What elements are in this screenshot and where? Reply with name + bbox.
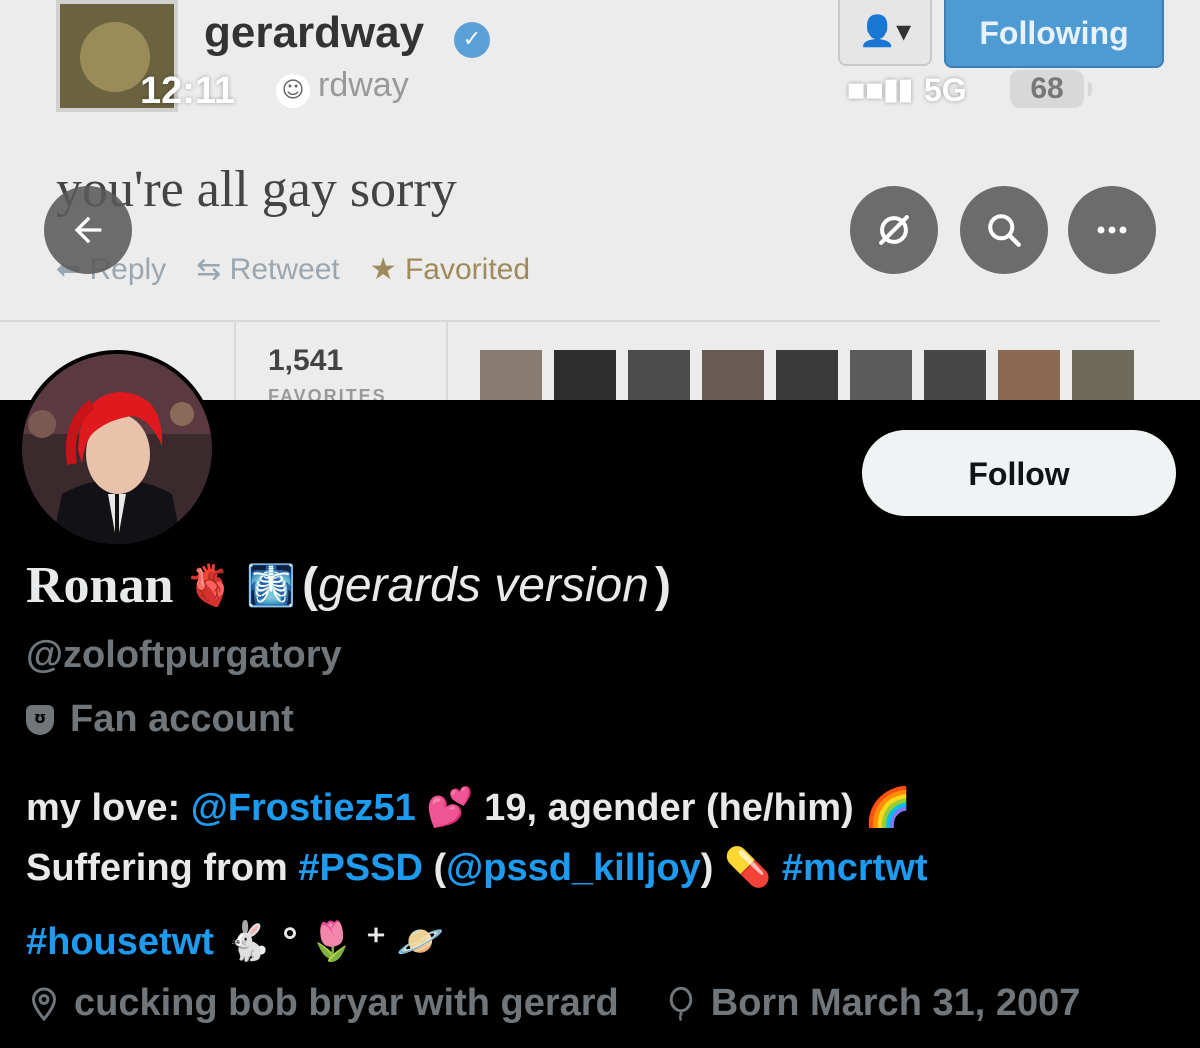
- banner-retweet: ⇆ Retweet: [196, 253, 340, 286]
- no-translate-button[interactable]: [850, 186, 938, 274]
- location-pin-icon: [26, 986, 62, 1022]
- arrow-left-icon: [68, 210, 108, 250]
- favoriter-avatar: [480, 350, 542, 400]
- search-icon: [982, 208, 1026, 252]
- more-icon: [1090, 208, 1134, 252]
- banner-following-button: Following: [944, 0, 1164, 68]
- bio-line: my love: @Frostiez51 💕 19, agender (he/h…: [26, 778, 1186, 838]
- status-network: 5G: [924, 72, 967, 108]
- bio-mention-link[interactable]: @pssd_killjoy: [446, 847, 701, 889]
- display-name-suffix: gerards version: [318, 559, 649, 612]
- banner-divider: [0, 320, 1160, 322]
- slash-circle-icon: [872, 208, 916, 252]
- favoriter-avatar: [702, 350, 764, 400]
- bio-text: (: [422, 847, 447, 889]
- balloon-icon: [663, 986, 699, 1022]
- bio-hashtag-link[interactable]: #PSSD: [298, 847, 423, 889]
- focus-icon: ☺: [276, 74, 310, 108]
- bio-line: Suffering from #PSSD (@pssd_killjoy) 💊 #…: [26, 838, 1186, 898]
- status-time: 12:11: [140, 70, 236, 112]
- verified-icon: ✓: [454, 22, 490, 58]
- favoriter-avatar: [1072, 350, 1134, 400]
- favoriter-avatar: [628, 350, 690, 400]
- favoriter-avatar: [998, 350, 1060, 400]
- banner-user-menu: 👤▾: [838, 0, 932, 66]
- account-label[interactable]: ʊ Fan account: [26, 698, 294, 741]
- profile-meta: cucking bob bryar with gerard Born March…: [26, 982, 1080, 1025]
- banner-tweet-actions: ⬅ Reply ⇆ Retweet ★ Favorited: [56, 252, 530, 287]
- bio-hashtag-link[interactable]: #mcrtwt: [782, 847, 928, 889]
- banner-divider: [234, 322, 236, 400]
- banner-favoriter-avatars: [480, 350, 1134, 400]
- bio-line: #housetwt 🐇 ° 🌷 ⁺ 🪐: [26, 912, 1186, 972]
- bio-text: 🐇 ° 🌷 ⁺ 🪐: [213, 921, 444, 963]
- bio-mention-link[interactable]: @Frostiez51: [191, 787, 416, 829]
- profile-born-date: Born March 31, 2007: [710, 982, 1081, 1024]
- banner-tweet-handle: rdway: [318, 66, 409, 104]
- favoriter-avatar: [850, 350, 912, 400]
- profile-avatar[interactable]: [18, 350, 216, 548]
- favoriter-avatar: [924, 350, 986, 400]
- bio-text: Suffering from: [26, 847, 299, 889]
- banner-favorited: ★ Favorited: [369, 253, 531, 286]
- search-button[interactable]: [960, 186, 1048, 274]
- follow-button[interactable]: Follow: [862, 430, 1176, 516]
- bio-text: ) 💊: [700, 847, 782, 889]
- signal-icon: ▪▪▮▮: [846, 72, 914, 107]
- battery-indicator: 68: [1010, 70, 1092, 108]
- account-label-text: Fan account: [70, 698, 294, 740]
- bio-text: 💕 19, agender (he/him) 🌈: [415, 787, 912, 829]
- display-name-paren-open: (: [302, 559, 319, 612]
- display-name: Ronan 🫀 🩻 ( gerards version ): [26, 556, 671, 615]
- favoriter-avatar: [776, 350, 838, 400]
- display-name-paren-close: ): [654, 559, 671, 612]
- bio-text: my love:: [26, 787, 191, 829]
- banner-tweet-name: gerardway: [204, 8, 425, 57]
- profile-bio: my love: @Frostiez51 💕 19, agender (he/h…: [26, 778, 1186, 972]
- favoriter-avatar: [554, 350, 616, 400]
- profile-handle: @zoloftpurgatory: [26, 634, 342, 676]
- display-name-text: Ronan: [26, 557, 174, 614]
- bio-hashtag-link[interactable]: #housetwt: [26, 921, 214, 963]
- more-button[interactable]: [1068, 186, 1156, 274]
- back-button[interactable]: [44, 186, 132, 274]
- banner-favorites-count: 1,541: [268, 344, 344, 377]
- banner-favorites-label: FAVORITES: [268, 386, 387, 400]
- mask-icon: ʊ: [26, 704, 54, 735]
- banner-divider: [446, 322, 448, 400]
- profile-location: cucking bob bryar with gerard: [74, 982, 619, 1024]
- display-name-emojis: 🫀 🩻: [185, 564, 297, 608]
